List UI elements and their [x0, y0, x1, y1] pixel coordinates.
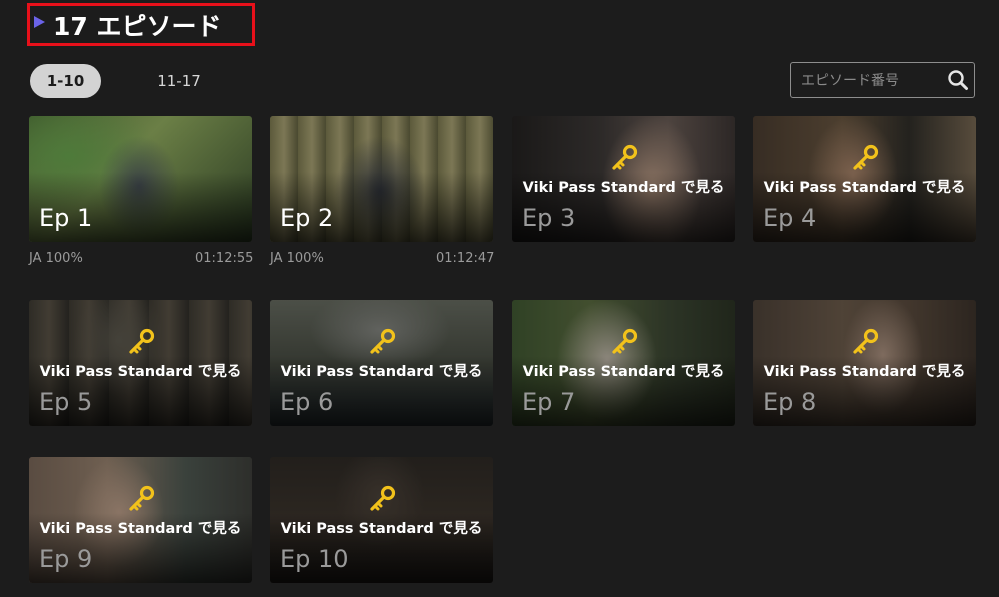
- episodes-title: 17 エピソード: [53, 12, 222, 41]
- watch-with-pass-text: Viki Pass Standard で見る: [39, 521, 242, 537]
- key-icon: [370, 485, 396, 511]
- episode-card-2[interactable]: Ep 2: [270, 116, 493, 242]
- episode-card-4[interactable]: Viki Pass Standard で見る Ep 4: [753, 116, 976, 242]
- episode-card-10[interactable]: Viki Pass Standard で見る Ep 10: [270, 457, 493, 583]
- episode-label: Ep 10: [280, 545, 349, 573]
- episode-label: Ep 9: [39, 545, 93, 573]
- episode-search-box: [790, 62, 975, 98]
- subtitle-info: JA 100%: [29, 251, 83, 266]
- play-arrow-icon: [34, 16, 45, 28]
- episode-label: Ep 6: [280, 388, 334, 416]
- episode-duration: 01:12:55: [195, 251, 254, 266]
- key-icon: [612, 144, 638, 170]
- watch-with-pass-text: Viki Pass Standard で見る: [280, 364, 483, 380]
- watch-with-pass-text: Viki Pass Standard で見る: [522, 364, 725, 380]
- key-icon: [853, 144, 879, 170]
- episode-duration: 01:12:47: [436, 251, 495, 266]
- search-icon[interactable]: [947, 69, 969, 91]
- episode-label: Ep 3: [522, 204, 576, 232]
- episode-card-7[interactable]: Viki Pass Standard で見る Ep 7: [512, 300, 735, 426]
- episode-card-6[interactable]: Viki Pass Standard で見る Ep 6: [270, 300, 493, 426]
- key-icon: [853, 328, 879, 354]
- episode-label: Ep 7: [522, 388, 576, 416]
- subtitle-info: JA 100%: [270, 251, 324, 266]
- episode-card-3[interactable]: Viki Pass Standard で見る Ep 3: [512, 116, 735, 242]
- episode-label: Ep 4: [763, 204, 817, 232]
- watch-with-pass-text: Viki Pass Standard で見る: [763, 364, 966, 380]
- tab-1-10[interactable]: 1-10: [30, 64, 101, 98]
- watch-with-pass-text: Viki Pass Standard で見る: [763, 180, 966, 196]
- episode-label: Ep 2: [280, 204, 334, 232]
- watch-with-pass-text: Viki Pass Standard で見る: [39, 364, 242, 380]
- watch-with-pass-text: Viki Pass Standard で見る: [522, 180, 725, 196]
- key-icon: [370, 328, 396, 354]
- episode-number-input[interactable]: [799, 69, 943, 93]
- episode-card-8[interactable]: Viki Pass Standard で見る Ep 8: [753, 300, 976, 426]
- watch-with-pass-text: Viki Pass Standard で見る: [280, 521, 483, 537]
- episode-label: Ep 8: [763, 388, 817, 416]
- episode-card-5[interactable]: Viki Pass Standard で見る Ep 5: [29, 300, 252, 426]
- episode-card-1[interactable]: Ep 1: [29, 116, 252, 242]
- episode-card-9[interactable]: Viki Pass Standard で見る Ep 9: [29, 457, 252, 583]
- tab-11-17[interactable]: 11-17: [143, 64, 215, 98]
- episode-label: Ep 1: [39, 204, 93, 232]
- episode-label: Ep 5: [39, 388, 93, 416]
- key-icon: [129, 485, 155, 511]
- key-icon: [129, 328, 155, 354]
- key-icon: [612, 328, 638, 354]
